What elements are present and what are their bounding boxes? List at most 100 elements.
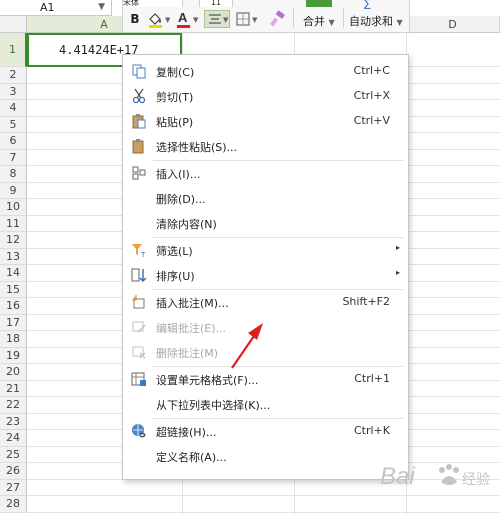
row-header-5[interactable]: 5 bbox=[0, 116, 27, 133]
font-color-icon[interactable]: A ▼ bbox=[175, 10, 199, 28]
menu-item-label: 插入批注(M)... bbox=[156, 297, 229, 310]
menu-item-16[interactable]: 定义名称(A)... bbox=[123, 444, 408, 468]
bold-icon[interactable]: B bbox=[127, 10, 143, 28]
menu-item-8[interactable]: T 筛选(L) ▸ bbox=[123, 238, 408, 262]
row-header-19[interactable]: 19 bbox=[0, 347, 27, 364]
menu-item-7[interactable]: 清除内容(N) bbox=[123, 211, 408, 235]
format-cells-icon bbox=[131, 371, 147, 387]
menu-item-13[interactable]: 设置单元格格式(F)... Ctrl+1 bbox=[123, 367, 408, 391]
merge-icon bbox=[306, 0, 332, 7]
menu-item-label: 超链接(H)... bbox=[156, 426, 217, 439]
row-header-28[interactable]: 28 bbox=[0, 496, 27, 513]
menu-item-shortcut: Ctrl+K bbox=[353, 424, 390, 437]
menu-item-shortcut: Shift+F2 bbox=[342, 295, 390, 308]
menu-item-label: 粘贴(P) bbox=[156, 116, 194, 129]
svg-text:经验: 经验 bbox=[462, 472, 490, 488]
row-header-1[interactable]: 1 bbox=[0, 33, 27, 67]
menu-item-14[interactable]: 从下拉列表中选择(K)... bbox=[123, 392, 408, 416]
menu-item-shortcut: Ctrl+V bbox=[353, 114, 390, 127]
edit-comment-icon bbox=[131, 319, 147, 335]
fill-color-icon[interactable]: ▼ bbox=[147, 10, 171, 28]
menu-item-shortcut: Ctrl+C bbox=[353, 64, 390, 77]
svg-text:▼: ▼ bbox=[223, 16, 229, 24]
svg-text:A: A bbox=[178, 10, 188, 25]
svg-text:?: ? bbox=[139, 145, 145, 154]
menu-item-6[interactable]: 删除(D)... bbox=[123, 186, 408, 210]
row-header-8[interactable]: 8 bbox=[0, 166, 27, 183]
row-header-16[interactable]: 16 bbox=[0, 298, 27, 315]
filter-icon: T bbox=[131, 242, 147, 259]
row-header-14[interactable]: 14 bbox=[0, 265, 27, 282]
floating-format-toolbar: 宋体 11 B ▼ A ▼ ▼ ▼ 合并 ▼ Σ 自动求和 ▼ bbox=[122, 0, 410, 33]
row-header-20[interactable]: 20 bbox=[0, 364, 27, 381]
select-all-corner[interactable] bbox=[0, 16, 27, 33]
row-header-18[interactable]: 18 bbox=[0, 331, 27, 348]
menu-item-label: 设置单元格格式(F)... bbox=[156, 374, 259, 387]
font-size-box[interactable]: 11 bbox=[199, 0, 233, 7]
menu-item-shortcut: Ctrl+1 bbox=[354, 372, 390, 385]
menu-item-label: 编辑批注(E)... bbox=[156, 322, 227, 335]
insert-comment-icon bbox=[131, 294, 147, 310]
font-name-box[interactable]: 宋体 bbox=[123, 0, 183, 7]
row-header-2[interactable]: 2 bbox=[0, 67, 27, 84]
row-header-3[interactable]: 3 bbox=[0, 83, 27, 100]
row-header-12[interactable]: 12 bbox=[0, 232, 27, 249]
watermark: Bai 经验 bbox=[378, 454, 496, 512]
hyperlink-icon bbox=[131, 423, 147, 439]
baidu-logo-icon: Bai 经验 bbox=[380, 463, 490, 490]
row-header-26[interactable]: 26 bbox=[0, 463, 27, 480]
row-header-27[interactable]: 27 bbox=[0, 479, 27, 496]
insert-icon bbox=[131, 165, 147, 181]
submenu-arrow-icon: ▸ bbox=[395, 268, 400, 277]
row-header-15[interactable]: 15 bbox=[0, 281, 27, 298]
row-header-25[interactable]: 25 bbox=[0, 446, 27, 463]
format-painter-icon[interactable] bbox=[266, 10, 288, 28]
submenu-arrow-icon: ▸ bbox=[395, 243, 400, 252]
row-header-21[interactable]: 21 bbox=[0, 380, 27, 397]
cut-icon bbox=[131, 88, 147, 104]
align-center-icon[interactable]: ▼ bbox=[204, 10, 230, 28]
menu-item-label: 删除(D)... bbox=[156, 193, 206, 206]
row-header-7[interactable]: 7 bbox=[0, 149, 27, 166]
menu-item-label: 定义名称(A)... bbox=[156, 451, 227, 464]
row-header-23[interactable]: 23 bbox=[0, 413, 27, 430]
sort-icon bbox=[131, 267, 147, 283]
menu-item-2[interactable]: 剪切(T) Ctrl+X bbox=[123, 84, 408, 108]
borders-icon[interactable]: ▼ bbox=[235, 10, 259, 28]
menu-item-1[interactable]: 复制(C) Ctrl+C bbox=[123, 59, 408, 83]
menu-item-label: 剪切(T) bbox=[156, 91, 194, 104]
row-header-4[interactable]: 4 bbox=[0, 100, 27, 117]
column-header-d[interactable]: D bbox=[406, 16, 500, 33]
row-header-9[interactable]: 9 bbox=[0, 182, 27, 199]
row-header-24[interactable]: 24 bbox=[0, 430, 27, 447]
chevron-down-icon[interactable]: ▼ bbox=[98, 0, 105, 15]
autosum-button[interactable]: 自动求和 ▼ bbox=[349, 13, 403, 29]
row-header-11[interactable]: 11 bbox=[0, 215, 27, 232]
menu-item-5[interactable]: 插入(I)... bbox=[123, 161, 408, 185]
context-menu: 复制(C) Ctrl+C 剪切(T) Ctrl+X 粘贴(P) Ctrl+V ? 选择性粘贴(… bbox=[122, 54, 409, 480]
menu-item-4[interactable]: ? 选择性粘贴(S)... bbox=[123, 134, 408, 158]
menu-item-11: 编辑批注(E)... bbox=[123, 315, 408, 339]
menu-item-12: 删除批注(M) bbox=[123, 340, 408, 364]
paste-icon bbox=[131, 113, 147, 129]
merge-button[interactable]: 合并 ▼ bbox=[303, 13, 335, 29]
name-box[interactable]: A1 ▼ bbox=[0, 0, 112, 16]
row-header-13[interactable]: 13 bbox=[0, 248, 27, 265]
menu-item-3[interactable]: 粘贴(P) Ctrl+V bbox=[123, 109, 408, 133]
menu-item-label: 从下拉列表中选择(K)... bbox=[156, 399, 271, 412]
menu-item-shortcut: Ctrl+X bbox=[353, 89, 390, 102]
menu-item-label: 删除批注(M) bbox=[156, 347, 219, 360]
menu-item-label: 复制(C) bbox=[156, 66, 195, 79]
svg-text:Bai: Bai bbox=[380, 463, 415, 490]
menu-item-9[interactable]: 排序(U) ▸ bbox=[123, 263, 408, 287]
row-header-22[interactable]: 22 bbox=[0, 397, 27, 414]
row-header-17[interactable]: 17 bbox=[0, 314, 27, 331]
row-header-10[interactable]: 10 bbox=[0, 199, 27, 216]
row-header-6[interactable]: 6 bbox=[0, 133, 27, 150]
menu-item-label: 筛选(L) bbox=[156, 245, 193, 258]
svg-text:▼: ▼ bbox=[252, 16, 258, 24]
delete-comment-icon bbox=[131, 344, 147, 360]
svg-text:▼: ▼ bbox=[165, 16, 171, 24]
menu-item-15[interactable]: 超链接(H)... Ctrl+K bbox=[123, 419, 408, 443]
menu-item-10[interactable]: 插入批注(M)... Shift+F2 bbox=[123, 290, 408, 314]
